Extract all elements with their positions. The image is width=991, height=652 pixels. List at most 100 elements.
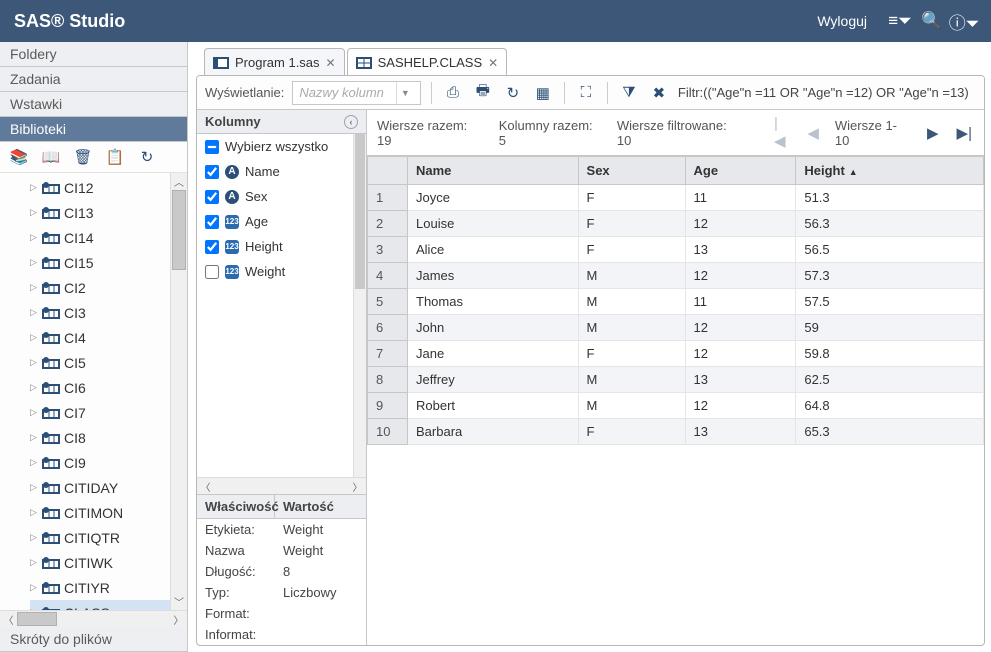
refresh-icon[interactable]: ↻ — [138, 148, 156, 166]
close-icon[interactable]: ✕ — [326, 56, 336, 70]
column-row-age[interactable]: 123Age — [197, 209, 366, 234]
expand-arrow-icon[interactable]: ▷ — [30, 507, 38, 518]
scroll-left-icon[interactable]: 〈 — [197, 478, 214, 494]
column-checkbox[interactable] — [205, 240, 219, 254]
section-skroty[interactable]: Skróty do plików — [0, 627, 187, 652]
table-row[interactable]: 5ThomasM1157.5 — [368, 289, 984, 315]
tree-node-ci6[interactable]: ▷CI6 — [30, 375, 187, 400]
column-row-sex[interactable]: ASex — [197, 184, 366, 209]
goto-icon[interactable]: 📋 — [106, 148, 124, 166]
logout-link[interactable]: Wyloguj — [817, 13, 867, 29]
tree-node-class[interactable]: ▷CLASS — [30, 600, 187, 610]
expand-arrow-icon[interactable]: ▷ — [30, 382, 38, 393]
prev-page-icon[interactable]: ◀ — [805, 124, 821, 142]
hscroll-thumb[interactable] — [17, 612, 57, 626]
expand-arrow-icon[interactable]: ▷ — [30, 332, 38, 343]
scroll-right-icon[interactable]: 〉 — [349, 478, 366, 494]
tree-node-citiday[interactable]: ▷CITIDAY — [30, 475, 187, 500]
tree-node-ci15[interactable]: ▷CI15 — [30, 250, 187, 275]
expand-arrow-icon[interactable]: ▷ — [30, 532, 38, 543]
expand-icon[interactable]: ⛶ — [575, 82, 597, 104]
scroll-right-icon[interactable]: 〉 — [170, 611, 187, 627]
expand-arrow-icon[interactable]: ▷ — [30, 307, 38, 318]
table-row[interactable]: 4JamesM1257.3 — [368, 263, 984, 289]
tree-node-ci4[interactable]: ▷CI4 — [30, 325, 187, 350]
tree-node-citiqtr[interactable]: ▷CITIQTR — [30, 525, 187, 550]
table-row[interactable]: 7JaneF1259.8 — [368, 341, 984, 367]
columns-vscrollbar[interactable] — [353, 134, 366, 477]
section-wstawki[interactable]: Wstawki — [0, 92, 187, 117]
tree-node-ci9[interactable]: ▷CI9 — [30, 450, 187, 475]
tree-node-ci12[interactable]: ▷CI12 — [30, 175, 187, 200]
refresh-data-icon[interactable]: ↻ — [502, 82, 524, 104]
next-page-icon[interactable]: ▶ — [925, 124, 941, 142]
tree-hscrollbar[interactable]: 〈 〉 — [0, 610, 187, 627]
scroll-thumb[interactable] — [172, 190, 186, 270]
tree-node-ci13[interactable]: ▷CI13 — [30, 200, 187, 225]
code-icon[interactable]: ▦ — [532, 82, 554, 104]
collapse-icon[interactable]: ‹ — [344, 115, 358, 129]
expand-arrow-icon[interactable]: ▷ — [30, 432, 38, 443]
columns-hscrollbar[interactable]: 〈 〉 — [197, 477, 366, 494]
new-library-icon[interactable]: 📚 — [10, 148, 28, 166]
tab-dataset[interactable]: SASHELP.CLASS ✕ — [347, 48, 508, 76]
tree-node-ci3[interactable]: ▷CI3 — [30, 300, 187, 325]
column-row-height[interactable]: 123Height — [197, 234, 366, 259]
column-row-weight[interactable]: 123Weight — [197, 259, 366, 284]
table-row[interactable]: 8JeffreyM1362.5 — [368, 367, 984, 393]
table-row[interactable]: 9RobertM1264.8 — [368, 393, 984, 419]
table-row[interactable]: 6JohnM1259 — [368, 315, 984, 341]
expand-arrow-icon[interactable]: ▷ — [30, 482, 38, 493]
scroll-down-icon[interactable]: ﹀ — [171, 593, 187, 610]
print-icon[interactable]: 🖶 — [472, 82, 494, 104]
tree-node-citimon[interactable]: ▷CITIMON — [30, 500, 187, 525]
library-props-icon[interactable]: 📖 — [42, 148, 60, 166]
scroll-up-icon[interactable]: ︿ — [171, 173, 187, 190]
clear-filter-icon[interactable]: ✖ — [648, 82, 670, 104]
tree-node-citiyr[interactable]: ▷CITIYR — [30, 575, 187, 600]
open-table-icon[interactable]: ⎙ — [442, 82, 464, 104]
column-checkbox[interactable] — [205, 190, 219, 204]
tree-node-ci5[interactable]: ▷CI5 — [30, 350, 187, 375]
select-all-row[interactable]: Wybierz wszystko — [197, 134, 366, 159]
expand-arrow-icon[interactable]: ▷ — [30, 257, 38, 268]
col-header-height[interactable]: Height▲ — [796, 157, 984, 185]
menu-icon[interactable]: ≡⏷ — [887, 8, 913, 34]
column-row-name[interactable]: AName — [197, 159, 366, 184]
col-header-name[interactable]: Name — [408, 157, 579, 185]
col-header-sex[interactable]: Sex — [578, 157, 685, 185]
section-biblioteki[interactable]: Biblioteki — [0, 117, 187, 142]
tree-node-ci14[interactable]: ▷CI14 — [30, 225, 187, 250]
tree-node-citiwk[interactable]: ▷CITIWK — [30, 550, 187, 575]
table-row[interactable]: 1JoyceF1151.3 — [368, 185, 984, 211]
section-zadania[interactable]: Zadania — [0, 67, 187, 92]
expand-arrow-icon[interactable]: ▷ — [30, 357, 38, 368]
help-icon[interactable]: ⓘ⏷ — [951, 8, 977, 34]
data-grid[interactable]: NameSexAgeHeight▲ 1JoyceF1151.32LouiseF1… — [367, 156, 984, 645]
expand-arrow-icon[interactable]: ▷ — [30, 457, 38, 468]
tree-node-ci2[interactable]: ▷CI2 — [30, 275, 187, 300]
scroll-left-icon[interactable]: 〈 — [0, 611, 17, 627]
table-row[interactable]: 2LouiseF1256.3 — [368, 211, 984, 237]
close-icon[interactable]: ✕ — [488, 56, 498, 70]
expand-arrow-icon[interactable]: ▷ — [30, 207, 38, 218]
tree-node-ci7[interactable]: ▷CI7 — [30, 400, 187, 425]
column-checkbox[interactable] — [205, 165, 219, 179]
expand-arrow-icon[interactable]: ▷ — [30, 607, 38, 610]
search-icon[interactable]: 🔍 — [919, 8, 945, 34]
expand-arrow-icon[interactable]: ▷ — [30, 282, 38, 293]
expand-arrow-icon[interactable]: ▷ — [30, 232, 38, 243]
tab-program[interactable]: Program 1.sas ✕ — [204, 48, 345, 76]
expand-arrow-icon[interactable]: ▷ — [30, 407, 38, 418]
expand-arrow-icon[interactable]: ▷ — [30, 182, 38, 193]
col-header-age[interactable]: Age — [685, 157, 796, 185]
table-row[interactable]: 10BarbaraF1365.3 — [368, 419, 984, 445]
column-checkbox[interactable] — [205, 265, 219, 279]
select-all-checkbox[interactable] — [205, 140, 219, 154]
expand-arrow-icon[interactable]: ▷ — [30, 557, 38, 568]
column-names-dropdown[interactable]: Nazwy kolumn ▼ — [292, 81, 421, 105]
rownum-header[interactable] — [368, 157, 408, 185]
section-foldery[interactable]: Foldery — [0, 42, 187, 67]
table-row[interactable]: 3AliceF1356.5 — [368, 237, 984, 263]
first-page-icon[interactable]: |◀ — [772, 115, 791, 150]
